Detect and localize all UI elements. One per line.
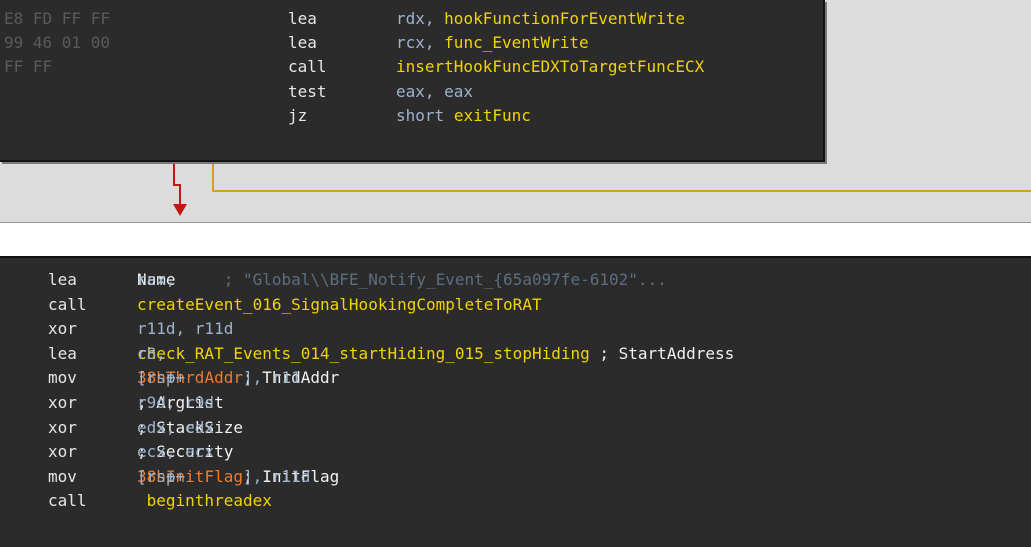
name-reference-link[interactable]: check_RAT_Events_014_startHiding_015_sto…	[137, 344, 590, 363]
disasm-line[interactable]: call createEvent_016_SignalHookingComplet…	[0, 293, 1031, 317]
comment-text: ; StartAddress	[589, 343, 735, 363]
operand-text: ecx, ecx	[137, 442, 282, 462]
graph-separator	[0, 222, 1031, 223]
operand-text: r9d, r9d	[137, 393, 282, 412]
disasm-line[interactable]: xor edx, edx ; StackSize	[0, 416, 1031, 440]
disasm-line[interactable]: xor r9d, r9d ; ArgList	[0, 391, 1031, 415]
operands: [rsp+ 38h + ThrdAddr], r11 ; ThrdAddr	[137, 366, 339, 390]
name-reference-link[interactable]: hookFunctionForEventWrite	[444, 9, 685, 28]
mnemonic: test	[288, 82, 327, 101]
mnemonic: mov	[48, 368, 77, 388]
operand-text: +	[165, 466, 176, 486]
operand-text: ], r11d	[242, 466, 321, 486]
operand-text: eax, eax	[396, 82, 474, 101]
mnemonic: lea	[48, 343, 77, 363]
disasm-line[interactable]: lea rcx, Name ; "Global\\BFE_Notify_Event…	[0, 268, 1031, 292]
jump-edge-false-horizontal	[212, 190, 1031, 192]
operands: r9d, r9d ; ArgList	[137, 391, 224, 415]
code-block-hook-setup[interactable]: E8 FD FF FF lea rdx, hookFunctionForEventW…	[0, 0, 825, 162]
operands: r8, check_RAT_Events_014_startHiding_015…	[137, 342, 734, 366]
name-reference-link[interactable]: func_EventWrite	[444, 33, 589, 52]
operand-text: rcx,	[396, 33, 435, 52]
operands: insertHookFuncEDXToTargetFuncECX	[396, 55, 704, 79]
name-reference-link[interactable]: exitFunc	[454, 106, 531, 125]
disasm-line[interactable]: mov [rsp+ 38h + InitFlag], r11d ; InitFlag	[0, 465, 1031, 489]
disasm-line[interactable]: xor ecx, ecx ; Security	[0, 440, 1031, 464]
operand-text: ], r11	[242, 368, 311, 388]
operand-text: [rsp+	[137, 466, 186, 486]
operands: createEvent_016_SignalHookingCompleteToR…	[137, 293, 542, 317]
mnemonic: call	[48, 294, 87, 314]
disasm-line[interactable]: test eax, eax	[0, 80, 820, 104]
operands: rdx, hookFunctionForEventWrite	[396, 7, 685, 31]
disasm-line[interactable]: FF FF call insertHookFuncEDXToTargetFuncEC…	[0, 55, 820, 79]
mnemonic: mov	[48, 466, 77, 486]
operands: short exitFunc	[396, 104, 531, 128]
mnemonic: jz	[288, 106, 308, 125]
disasm-line[interactable]: xor r11d, r11d	[0, 317, 1031, 341]
disasm-line[interactable]: jz short exitFunc	[0, 104, 820, 128]
disasm-line[interactable]: 99 46 01 00 lea rcx, func_EventWrite	[0, 31, 820, 55]
operand-text: r8,	[137, 343, 176, 363]
operands: rcx, func_EventWrite	[396, 31, 589, 55]
disasm-line[interactable]: E8 FD FF FF lea rdx, hookFunctionForEventW…	[0, 7, 820, 31]
mnemonic: lea	[288, 33, 317, 52]
mnemonic: xor	[48, 442, 77, 462]
comment-text: ; "Global\\BFE_Notify_Event_{65a097fe-61…	[175, 270, 667, 289]
mnemonic: xor	[48, 319, 77, 339]
mnemonic: lea	[288, 9, 317, 28]
operand-text: [rsp+	[137, 368, 186, 388]
mnemonic: xor	[48, 393, 77, 412]
jump-edge-true-vertical-2	[179, 184, 181, 204]
operands: [rsp+ 38h + InitFlag], r11d ; InitFlag	[137, 465, 339, 489]
operands: ecx, ecx ; Security	[137, 440, 233, 464]
jump-edge-false-vertical	[212, 162, 214, 192]
operand-text: short	[396, 106, 445, 125]
jump-edge-true-vertical-1	[173, 162, 175, 186]
opcode-bytes: FF FF	[4, 57, 53, 76]
edge-arrowhead-icon	[173, 204, 187, 216]
operand-text: r11d, r11d	[137, 319, 234, 339]
opcode-bytes: E8 FD FF FF	[4, 9, 110, 28]
mnemonic: lea	[48, 270, 77, 289]
code-block-thread-create[interactable]: lea rcx, Name ; "Global\\BFE_Notify_Event…	[0, 256, 1031, 547]
opcode-bytes: 99 46 01 00	[4, 33, 110, 52]
disasm-line[interactable]: call beginthreadex	[0, 489, 1031, 513]
name-reference-link[interactable]: beginthreadex	[137, 491, 272, 510]
operands: beginthreadex	[137, 489, 272, 513]
operand-text: edx, edx	[137, 417, 282, 437]
operands: rcx, Name ; "Global\\BFE_Notify_Event_{6…	[137, 268, 667, 292]
name-reference-link[interactable]: insertHookFuncEDXToTargetFuncECX	[396, 57, 704, 76]
operand-text: rdx,	[396, 9, 435, 28]
disasm-line[interactable]: lea r8, check_RAT_Events_014_startHiding_…	[0, 342, 1031, 366]
operands: eax, eax	[396, 80, 473, 104]
operand-text: +	[165, 368, 176, 388]
operands: edx, edx ; StackSize	[137, 416, 243, 440]
name-reference-link[interactable]: createEvent_016_SignalHookingCompleteToR…	[137, 295, 542, 314]
mnemonic: call	[48, 491, 87, 511]
operand-text: rcx,	[137, 270, 186, 289]
disasm-line[interactable]: mov [rsp+ 38h + ThrdAddr], r11 ; ThrdAddr	[0, 366, 1031, 390]
mnemonic: call	[288, 57, 327, 76]
mnemonic: xor	[48, 417, 77, 437]
